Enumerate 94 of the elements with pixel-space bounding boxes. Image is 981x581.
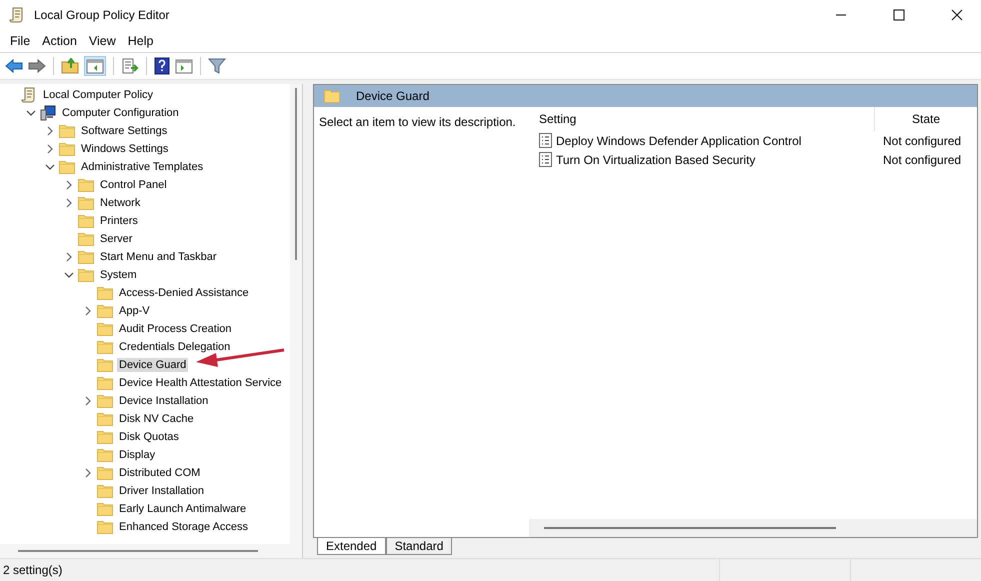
folder-icon (97, 430, 113, 444)
tree-item[interactable]: Server (98, 232, 134, 246)
expand-chevron-icon[interactable] (82, 468, 92, 478)
help-icon[interactable] (154, 57, 170, 75)
scrollbar-thumb[interactable] (295, 88, 297, 260)
expand-chevron-icon[interactable] (82, 396, 92, 406)
tree-item[interactable]: Device Installation (117, 394, 210, 408)
filter-icon[interactable] (208, 58, 226, 74)
folder-icon (78, 250, 94, 264)
tree-item[interactable]: Driver Installation (117, 484, 206, 498)
folder-icon (97, 322, 113, 336)
collapse-chevron-icon[interactable] (44, 162, 54, 172)
setting-name[interactable]: Deploy Windows Defender Application Control (556, 134, 802, 148)
tree-item[interactable]: Audit Process Creation (117, 322, 234, 336)
tree-item[interactable]: Printers (98, 214, 140, 228)
folder-icon (97, 376, 113, 390)
folder-icon (97, 304, 113, 318)
folder-icon (97, 502, 113, 516)
folder-icon (78, 232, 94, 246)
pane-view-icon[interactable] (175, 58, 193, 74)
collapse-chevron-icon[interactable] (64, 270, 74, 280)
forward-arrow-icon[interactable] (28, 58, 46, 74)
folder-icon (97, 466, 113, 480)
folder-icon (97, 484, 113, 498)
menu-item[interactable]: Help (122, 34, 160, 48)
folder-icon (97, 340, 113, 354)
tree-item[interactable]: Start Menu and Taskbar (98, 250, 219, 264)
scrollbar-thumb[interactable] (544, 527, 836, 529)
menu-item[interactable]: File (4, 34, 36, 48)
folder-icon (59, 160, 75, 174)
folder-icon (78, 214, 94, 228)
tree-item[interactable]: Enhanced Storage Access (117, 520, 250, 534)
folder-icon (59, 124, 75, 138)
folder-icon (78, 178, 94, 192)
folder-up-icon[interactable] (61, 58, 79, 74)
view-tab[interactable]: Extended (317, 538, 386, 555)
tree-item[interactable]: Control Panel (98, 178, 169, 192)
tree-item[interactable]: Computer Configuration (60, 106, 181, 120)
folder-icon (97, 412, 113, 426)
maximize-icon[interactable] (893, 9, 905, 21)
tree-item[interactable]: Disk Quotas (117, 430, 181, 444)
tree-item[interactable]: Windows Settings (79, 142, 170, 156)
tree-item[interactable]: Credentials Delegation (117, 340, 232, 354)
tree-item[interactable]: Disk NV Cache (117, 412, 196, 426)
window-title: Local Group Policy Editor (34, 8, 170, 22)
state-cell-text: Not configured (882, 152, 962, 166)
tree-item[interactable]: Access-Denied Assistance (117, 286, 251, 300)
folder-icon (97, 520, 113, 534)
folder-icon (97, 394, 113, 408)
folder-icon (324, 89, 340, 103)
folder-icon (59, 142, 75, 156)
tree-item[interactable]: Administrative Templates (79, 160, 206, 174)
setting-name[interactable]: Turn On Virtualization Based Security (556, 152, 756, 166)
scroll-icon (21, 87, 37, 103)
collapse-chevron-icon[interactable] (26, 108, 36, 118)
expand-chevron-icon[interactable] (64, 180, 74, 190)
tree-item[interactable]: App-V (117, 304, 152, 318)
expand-chevron-icon[interactable] (44, 144, 54, 154)
scroll-icon (9, 7, 25, 23)
close-icon[interactable] (951, 9, 963, 21)
tree-item[interactable]: Software Settings (79, 124, 170, 138)
folder-icon (78, 268, 94, 282)
back-arrow-icon[interactable] (5, 58, 23, 74)
expand-chevron-icon[interactable] (82, 306, 92, 316)
folder-icon (97, 358, 113, 372)
tree-item[interactable]: System (98, 268, 139, 282)
tree-item[interactable]: Display (117, 448, 158, 462)
expand-chevron-icon[interactable] (64, 252, 74, 262)
export-list-icon[interactable] (121, 58, 139, 74)
column-header[interactable]: Setting (529, 112, 874, 126)
folder-icon (78, 196, 94, 210)
menu-item[interactable]: View (82, 34, 122, 48)
scrollbar-thumb[interactable] (18, 550, 258, 552)
expand-chevron-icon[interactable] (64, 198, 74, 208)
pane-toggle-icon[interactable] (86, 58, 104, 74)
status-text: 2 setting(s) (3, 563, 64, 577)
policy-setting-icon (539, 152, 552, 167)
menu-item[interactable]: Action (36, 34, 83, 48)
tree-item[interactable]: Early Launch Antimalware (117, 502, 248, 516)
tree-item[interactable]: Device Guard (117, 358, 188, 372)
expand-chevron-icon[interactable] (44, 126, 54, 136)
folder-icon (97, 286, 113, 300)
tree-item[interactable]: Distributed COM (117, 466, 202, 480)
policy-setting-icon (539, 133, 552, 148)
computer-icon (40, 105, 56, 121)
tree-item[interactable]: Network (98, 196, 142, 210)
folder-icon (97, 448, 113, 462)
tree-item[interactable]: Device Health Attestation Service (117, 376, 284, 390)
state-cell-text: Not configured (882, 134, 962, 148)
details-title: Device Guard (356, 89, 430, 103)
tree-item[interactable]: Local Computer Policy (41, 88, 156, 102)
column-header[interactable]: State (874, 107, 977, 131)
description-text: Select an item to view its description. (319, 115, 516, 129)
view-tab[interactable]: Standard (386, 538, 452, 555)
